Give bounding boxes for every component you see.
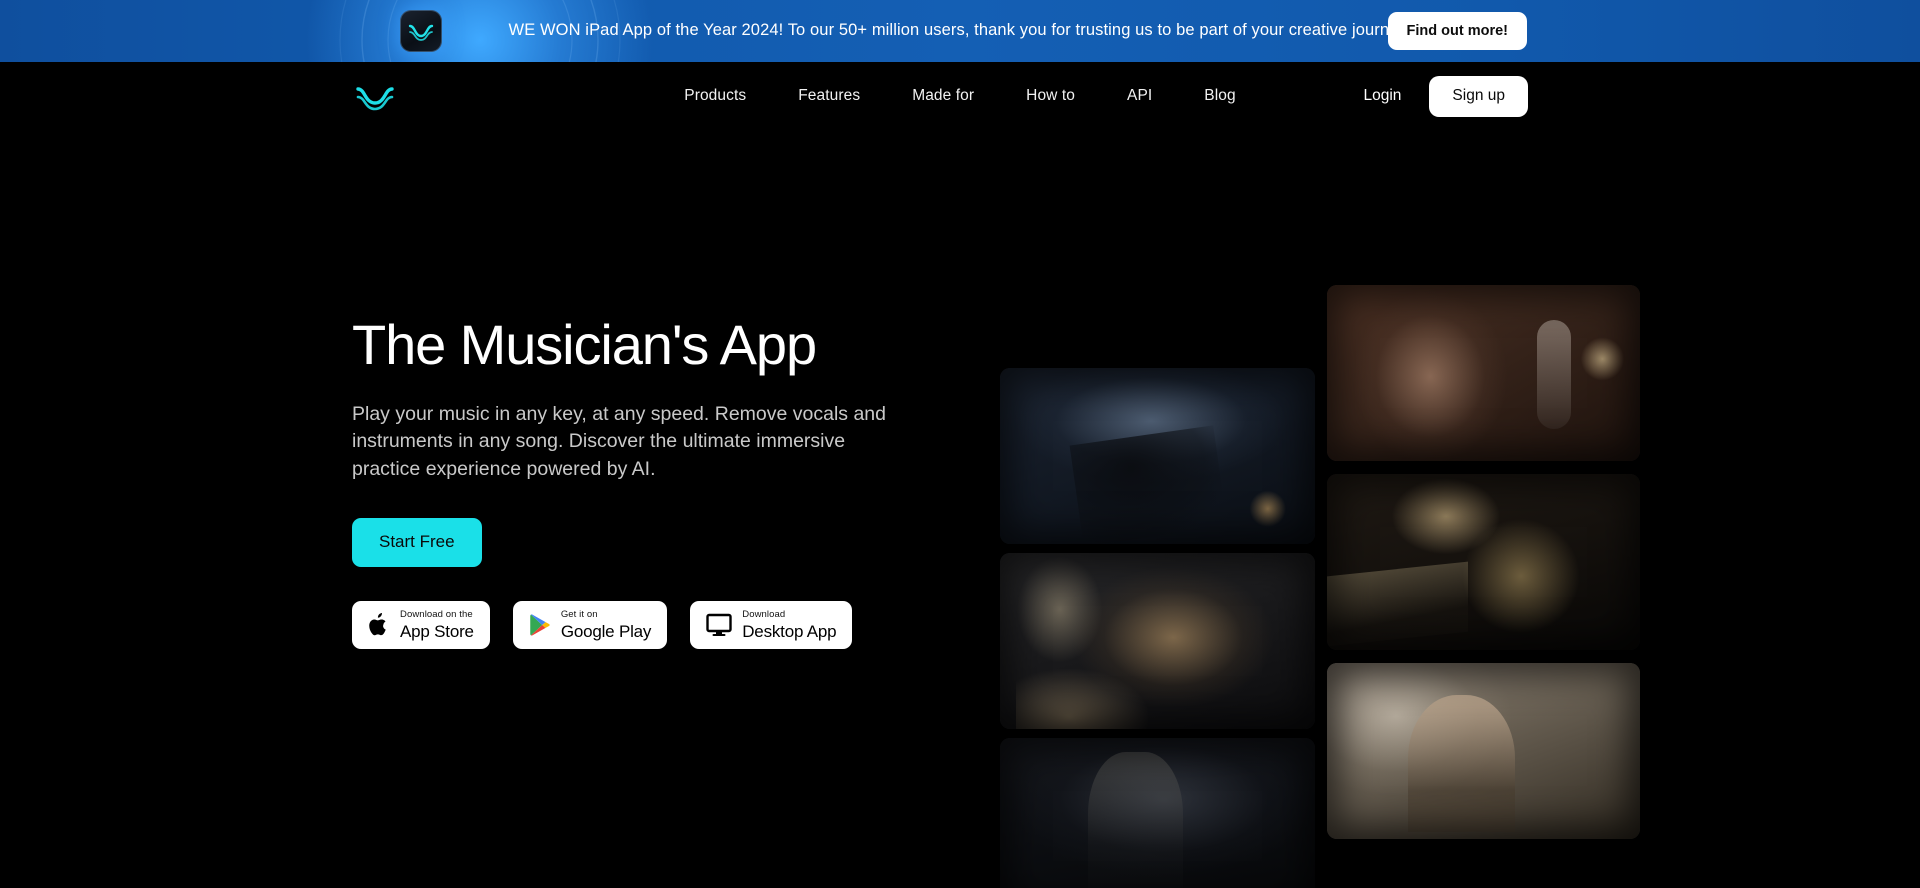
monitor-icon	[706, 613, 732, 636]
promo-glow	[300, 0, 660, 62]
main-navigation: Products Features Made for How to API Bl…	[0, 62, 1920, 130]
app-store-badge[interactable]: Download on the App Store	[352, 600, 490, 649]
desktop-app-badge-label: Desktop App	[742, 621, 837, 641]
gallery-image-guitarist-home-studio-photo	[1327, 663, 1640, 839]
nav-link-features[interactable]: Features	[796, 81, 862, 111]
gallery-image-guitarist-dark-room-photo	[1000, 368, 1315, 544]
nav-link-blog[interactable]: Blog	[1202, 81, 1237, 111]
app-icon	[400, 10, 442, 52]
gallery-image-bassist-stage-photo	[1000, 738, 1315, 888]
nav-link-products[interactable]: Products	[682, 81, 748, 111]
gallery-image-guitarist-dark-room[interactable]	[1000, 368, 1315, 544]
nav-account-actions: Login Sign up	[1353, 62, 1528, 130]
hero-section: The Musician's App Play your music in an…	[0, 130, 1920, 888]
gallery-image-bassist-stage[interactable]	[1000, 738, 1315, 888]
google-play-badge-label: Google Play	[560, 621, 652, 641]
find-out-more-button[interactable]: Find out more!	[1387, 12, 1527, 50]
desktop-app-badge-small: Download	[742, 609, 786, 621]
login-button[interactable]: Login	[1353, 79, 1411, 113]
gallery-image-vocalist-studio-photo	[1327, 285, 1640, 461]
promo-banner: WE WON iPad App of the Year 2024! To our…	[0, 0, 1920, 62]
hero-image-gallery	[1000, 285, 1640, 888]
signup-button[interactable]: Sign up	[1429, 75, 1528, 117]
nav-link-how-to[interactable]: How to	[1024, 81, 1077, 111]
gallery-image-drummer[interactable]	[1000, 553, 1315, 729]
google-play-icon	[530, 614, 550, 636]
nav-link-api[interactable]: API	[1125, 81, 1154, 111]
gallery-image-producer-mixing-console-photo	[1327, 474, 1640, 650]
start-free-button[interactable]: Start Free	[352, 517, 482, 567]
nav-link-made-for[interactable]: Made for	[910, 81, 976, 111]
hero-subtitle: Play your music in any key, at any speed…	[352, 402, 886, 481]
apple-icon	[369, 612, 386, 636]
gallery-image-drummer-photo	[1000, 553, 1315, 729]
gallery-image-guitarist-home-studio[interactable]	[1327, 663, 1640, 839]
page-title: The Musician's App	[352, 313, 817, 376]
app-store-badge-label: App Store	[400, 621, 474, 641]
gallery-image-producer-mixing-console[interactable]	[1327, 474, 1640, 650]
wave-logo-icon	[408, 24, 434, 41]
nav-links: Products Features Made for How to API Bl…	[0, 81, 1920, 111]
google-play-badge[interactable]: Get it on Google Play	[512, 600, 668, 649]
app-store-badge-small: Download on the	[400, 609, 473, 621]
promo-message: WE WON iPad App of the Year 2024! To our…	[508, 21, 1412, 40]
desktop-app-badge[interactable]: Download Desktop App	[690, 600, 853, 649]
download-badges: Download on the App Store Get it on Goog…	[352, 600, 952, 649]
hero-copy: The Musician's App Play your music in an…	[352, 313, 952, 649]
gallery-image-vocalist-studio[interactable]	[1327, 285, 1640, 461]
google-play-badge-small: Get it on	[560, 609, 598, 621]
promo-rings-decoration	[339, 0, 621, 62]
